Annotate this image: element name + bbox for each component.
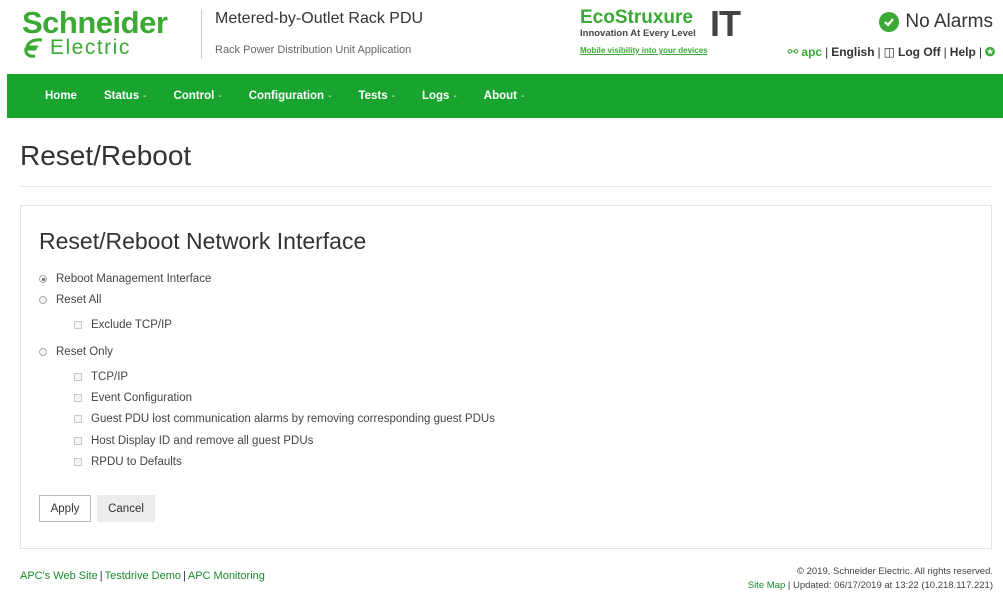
title-divider: [20, 186, 992, 187]
chevron-down-icon: -: [328, 91, 332, 102]
radio-reset-all[interactable]: [39, 296, 47, 304]
option-rpdu-defaults[interactable]: RPDU to Defaults: [74, 456, 182, 468]
logoff-icon: ◫: [883, 45, 896, 59]
checkbox-event-config[interactable]: [74, 394, 82, 402]
checkbox-host-display-id[interactable]: [74, 437, 82, 445]
logoff-link[interactable]: Log Off: [898, 45, 941, 59]
footer-link-testdrive[interactable]: Testdrive Demo: [105, 570, 181, 582]
option-reboot-mgmt[interactable]: Reboot Management Interface: [39, 273, 211, 285]
option-event-config[interactable]: Event Configuration: [74, 392, 192, 404]
panel-title: Reset/Reboot Network Interface: [39, 228, 367, 254]
site-map-link[interactable]: Site Map: [748, 580, 786, 591]
eco-name: EcoStruxure: [580, 7, 693, 28]
alarm-status[interactable]: No Alarms: [879, 11, 993, 33]
help-link[interactable]: Help: [950, 45, 976, 59]
cancel-button[interactable]: Cancel: [97, 495, 155, 522]
radio-reset-only[interactable]: [39, 348, 47, 356]
option-tcpip[interactable]: TCP/IP: [74, 371, 128, 383]
language-link[interactable]: English: [831, 45, 874, 59]
header: Schneider Electric Metered-by-Outlet Rac…: [0, 0, 1003, 73]
copyright: © 2019, Schneider Electric. All rights r…: [796, 566, 993, 577]
nav-configuration[interactable]: Configuration -: [249, 90, 332, 102]
option-guest-pdu-alarms[interactable]: Guest PDU lost communication alarms by r…: [74, 413, 495, 425]
nav-about[interactable]: About -: [484, 90, 525, 102]
chevron-down-icon: -: [391, 91, 395, 102]
brand-top: Schneider: [22, 5, 168, 40]
option-host-display-id[interactable]: Host Display ID and remove all guest PDU…: [74, 435, 313, 447]
checkbox-guest-pdu-alarms[interactable]: [74, 415, 82, 423]
reset-panel: Reset/Reboot Network Interface Reboot Ma…: [20, 205, 992, 549]
footer-updated: Site Map | Updated: 06/17/2019 at 13:22 …: [747, 580, 993, 591]
alarm-text: No Alarms: [905, 11, 993, 32]
product-subtitle: Rack Power Distribution Unit Application: [215, 44, 412, 56]
nav-tests[interactable]: Tests -: [358, 90, 395, 102]
checkbox-exclude-tcpip[interactable]: [74, 321, 82, 329]
pin-icon[interactable]: ✪: [985, 45, 995, 59]
nav-control[interactable]: Control -: [173, 90, 221, 102]
product-title: Metered-by-Outlet Rack PDU: [215, 10, 424, 27]
radio-reboot-mgmt[interactable]: [39, 275, 47, 283]
user-icon: ⚯: [787, 44, 799, 59]
nav-logs[interactable]: Logs -: [422, 90, 457, 102]
option-reset-only[interactable]: Reset Only: [39, 346, 113, 358]
brand-bottom: Electric: [50, 36, 131, 59]
footer-link-monitoring[interactable]: APC Monitoring: [188, 570, 265, 582]
checkbox-rpdu-defaults[interactable]: [74, 458, 82, 466]
schneider-logo[interactable]: Schneider Electric: [22, 5, 168, 59]
main-nav: Home Status - Control - Configuration - Tes…: [7, 74, 1003, 118]
nav-home[interactable]: Home: [45, 90, 77, 102]
schneider-swirl-icon: [24, 38, 43, 58]
apply-button[interactable]: Apply: [39, 495, 91, 522]
option-exclude-tcpip[interactable]: Exclude TCP/IP: [74, 319, 172, 331]
nav-status[interactable]: Status -: [104, 90, 147, 102]
page-title: Reset/Reboot: [20, 140, 192, 171]
header-divider: [201, 9, 202, 59]
chevron-down-icon: -: [453, 91, 457, 102]
chevron-down-icon: -: [521, 91, 525, 102]
eco-mobile-link[interactable]: Mobile visibility into your devices: [580, 46, 708, 55]
checkbox-tcpip[interactable]: [74, 373, 82, 381]
footer-links: APC's Web Site | Testdrive Demo | APC Monito…: [20, 570, 265, 582]
option-reset-all[interactable]: Reset All: [39, 294, 101, 306]
chevron-down-icon: -: [143, 91, 147, 102]
check-circle-icon: [879, 12, 900, 32]
user-name[interactable]: apc: [801, 45, 822, 59]
updated-text: Updated: 06/17/2019 at 13:22 (10.218.117…: [792, 580, 993, 591]
chevron-down-icon: -: [218, 91, 222, 102]
footer-link-website[interactable]: APC's Web Site: [20, 570, 98, 582]
ecostruxure-logo[interactable]: EcoStruxure Innovation At Every Level IT…: [580, 3, 770, 58]
eco-tagline: Innovation At Every Level: [580, 28, 696, 39]
user-links: ⚯ apc | English | ◫ Log Off | Help | ✪: [787, 44, 995, 59]
eco-it: IT: [710, 3, 741, 44]
